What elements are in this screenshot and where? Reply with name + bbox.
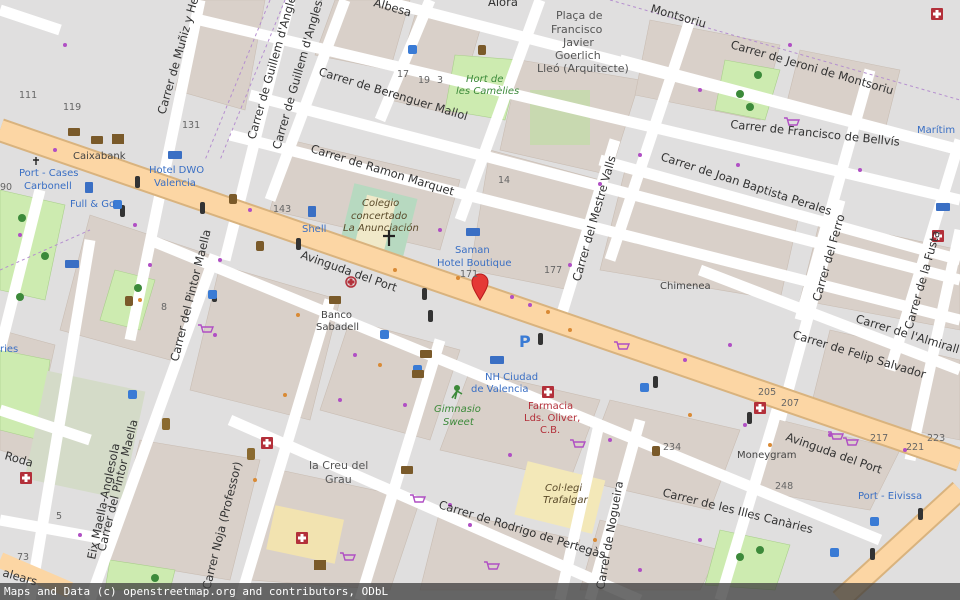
house-number: 90: [0, 182, 12, 193]
house-number: 8: [161, 302, 167, 313]
house-number: 217: [870, 433, 888, 444]
house-number: 19: [418, 75, 430, 86]
poi-label-hotel-dwo-1: Hotel DWO: [149, 165, 204, 176]
poi-label-port-eivissa: Port - Eivissa: [858, 491, 922, 502]
poi-label-caixabank: Caixabank: [73, 151, 126, 162]
house-number: 207: [781, 398, 799, 409]
poi-label-saman-2: Hotel Boutique: [437, 258, 512, 269]
place-label-creu-1: la Creu del: [309, 459, 368, 472]
house-number: 119: [63, 102, 81, 113]
poi-label-farmacia-3: C.B.: [540, 425, 560, 436]
place-label-hort-2: les Camèlies: [456, 85, 519, 97]
place-label-placa-2: Francisco: [551, 23, 603, 36]
house-number: 177: [544, 265, 562, 276]
dog-park-icon: [16, 293, 24, 301]
house-number: 73: [17, 552, 29, 563]
house-number: 131: [182, 120, 200, 131]
house-number: 3: [437, 75, 443, 86]
parking-icon: P: [519, 332, 531, 351]
poi-label-gimnasio-2: Sweet: [443, 417, 475, 428]
poi-label-nh-1: NH Ciudad: [485, 372, 538, 383]
poi-label-full-go: Full & Go: [70, 199, 115, 210]
poi-label-colegio-2: concertado: [351, 211, 407, 222]
poi-label-collegi-2: Trafalgar: [543, 495, 588, 506]
poi-label-farmacia-1: Farmacia: [528, 401, 573, 412]
poi-label-saman-1: Saman: [455, 245, 490, 256]
poi-label-collegi-1: Col·legi: [545, 483, 582, 494]
place-label-placa-1: Plaça de: [556, 9, 603, 22]
poi-label-banco-1: Banco: [321, 310, 352, 321]
poi-label-moneygram: Moneygram: [737, 450, 796, 461]
poi-label-colegio-1: Colegio: [362, 198, 399, 209]
poi-label-shell: Shell: [302, 224, 326, 235]
house-number: 5: [56, 511, 62, 522]
house-number: 14: [498, 175, 510, 186]
house-number: 17: [397, 69, 409, 80]
house-number: 221: [906, 442, 924, 453]
house-number: 171: [460, 269, 478, 280]
house-number: 248: [775, 481, 793, 492]
poi-label-nh-2: de Valencia: [471, 384, 529, 395]
poi-label-chimenea: Chimenea: [660, 281, 711, 292]
place-label-placa-5: Lleó (Arquitecte): [537, 62, 629, 75]
house-number: 223: [927, 433, 945, 444]
house-number: 111: [19, 90, 37, 101]
poi-label-banco-2: Sabadell: [316, 322, 359, 333]
poi-label-port-cases-1: Port - Cases: [19, 168, 78, 179]
poi-label-port-cases-2: Carbonell: [24, 181, 72, 192]
poi-label-farmacia-2: Lds. Oliver,: [524, 413, 580, 424]
poi-label-colegio-3: La Anunciación: [343, 222, 419, 234]
house-number: 205: [758, 387, 776, 398]
place-label-placa-3: Javier: [562, 36, 594, 49]
house-number: 143: [273, 204, 291, 215]
place-label-hort-1: Hort de: [466, 74, 503, 85]
poi-label-maritim: Marítim: [917, 124, 955, 136]
place-label-creu-2: Grau: [325, 473, 352, 486]
poi-label-gimnasio-1: Gimnasio: [434, 404, 481, 415]
place-label-placa-4: Goerlich: [555, 49, 601, 62]
map-view[interactable]: P Avinguda del Port Avinguda del Port Ca…: [0, 0, 960, 600]
street-label-alora: Alora: [488, 0, 518, 9]
poi-label-hotel-dwo-2: Valencia: [154, 178, 196, 189]
poi-label-ries: ries: [0, 344, 18, 355]
house-number: 234: [663, 442, 681, 453]
map-attribution[interactable]: Maps and Data (c) openstreetmap.org and …: [0, 583, 960, 600]
map-canvas[interactable]: P Avinguda del Port Avinguda del Port Ca…: [0, 0, 960, 600]
